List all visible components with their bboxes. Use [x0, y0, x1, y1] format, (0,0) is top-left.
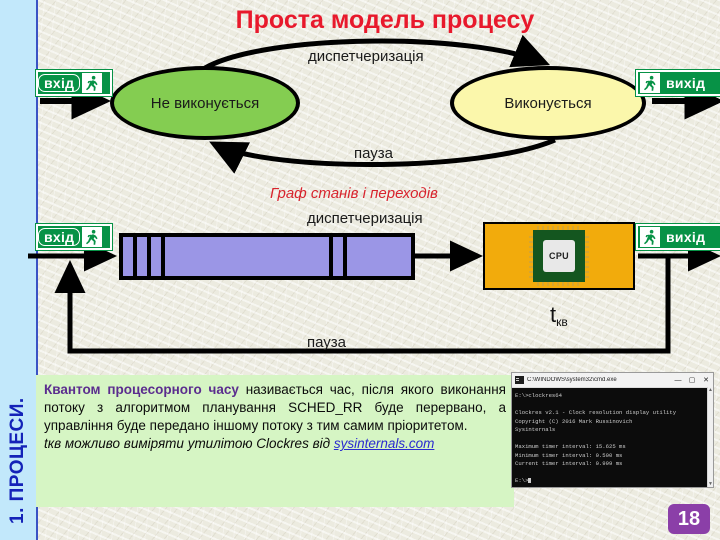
state-node-not-running: Не виконується [110, 66, 300, 140]
console-line: E:\> [515, 477, 710, 486]
cpu-chip-icon: CPU [529, 226, 589, 286]
console-line: Current timer interval: 0.999 ms [515, 460, 623, 467]
state-node-not-running-label: Не виконується [150, 94, 260, 112]
page-number: 18 [677, 507, 701, 530]
running-person-icon [640, 73, 660, 93]
exit-sign-label: вихід [666, 75, 706, 91]
console-line: Clockres v2.1 - Clock resolution display… [515, 409, 677, 416]
queue-slot [151, 237, 165, 276]
exit-sign-queue: вихід [636, 224, 720, 250]
console-line: Minimum timer interval: 0.500 ms [515, 451, 623, 459]
cpu-chip-label: CPU [543, 240, 575, 272]
queue-pause-label: пауза [307, 334, 347, 351]
running-person-icon [640, 227, 660, 247]
console-scrollbar[interactable]: ▲ ▼ [707, 387, 713, 487]
console-line: Sysinternals [515, 426, 556, 433]
exit-sign-graph: вихід [636, 70, 720, 96]
quantum-time-label: tкв [550, 302, 568, 329]
sidebar-section-label: 1. ПРОЦЕСИ. [7, 397, 28, 524]
console-window[interactable]: C:\WINDOWS\system32\cmd.exe — ▢ ✕ ▲ ▼ E:… [511, 372, 714, 488]
page-number-badge: 18 [668, 504, 710, 534]
slide-canvas: 1. ПРОЦЕСИ. Проста модель процесу вхід Н… [0, 0, 720, 540]
definition-term: Квантом процесорного часу [44, 382, 239, 397]
definition-note: tкв можливо виміряти утилітою Clockres в… [44, 435, 506, 453]
queue-slot [137, 237, 151, 276]
console-line: Maximum timer interval: 15.625 ms [515, 443, 626, 450]
definition-note-text: tкв можливо виміряти утилітою Clockres в… [44, 436, 331, 452]
entry-sign-label: вхід [38, 228, 81, 246]
queue-slot [347, 237, 369, 276]
maximize-button[interactable]: ▢ [685, 377, 699, 384]
entry-sign-graph: вхід [36, 70, 112, 96]
exit-sign-label: вихід [666, 229, 706, 245]
queue-slot [333, 237, 347, 276]
state-node-running-label: Виконується [504, 94, 592, 112]
sidebar: 1. ПРОЦЕСИ. [0, 0, 38, 540]
entry-sign-queue: вхід [36, 224, 112, 250]
minimize-button[interactable]: — [671, 377, 685, 384]
transition-label-dispatch-top: диспетчеризація [308, 48, 424, 65]
close-icon[interactable]: ✕ [699, 377, 713, 384]
console-line: Copyright (C) 2016 Mark Russinovich [515, 417, 633, 425]
cmd-icon [515, 376, 524, 384]
queue-slot [123, 237, 137, 276]
page-title: Проста модель процесу [235, 6, 535, 34]
console-output: E:\>clockres64 Clockres v2.1 - Clock res… [512, 388, 713, 487]
graph-subtitle: Граф станів і переходів [270, 185, 438, 202]
state-node-running: Виконується [450, 66, 646, 140]
scroll-up-icon[interactable]: ▲ [708, 387, 713, 393]
running-person-icon [82, 227, 103, 247]
console-cursor [528, 478, 532, 483]
transition-label-pause-top: пауза [354, 145, 394, 162]
queue-slot [165, 237, 333, 276]
cpu-block: CPU [483, 222, 635, 290]
console-titlebar[interactable]: C:\WINDOWS\system32\cmd.exe — ▢ ✕ [512, 373, 713, 388]
definition-box: Квантом процесорного часу називається ча… [36, 375, 514, 507]
queue-dispatch-label: диспетчеризація [307, 210, 423, 227]
sysinternals-link[interactable]: sysinternals.com [334, 436, 435, 451]
quantum-subscript: кв [556, 315, 568, 329]
entry-sign-label: вхід [38, 74, 81, 92]
scroll-down-icon[interactable]: ▼ [708, 481, 713, 487]
console-line: E:\>clockres64 [515, 392, 562, 399]
running-person-icon [82, 73, 103, 93]
ready-queue [119, 233, 415, 280]
console-title: C:\WINDOWS\system32\cmd.exe [527, 377, 617, 383]
